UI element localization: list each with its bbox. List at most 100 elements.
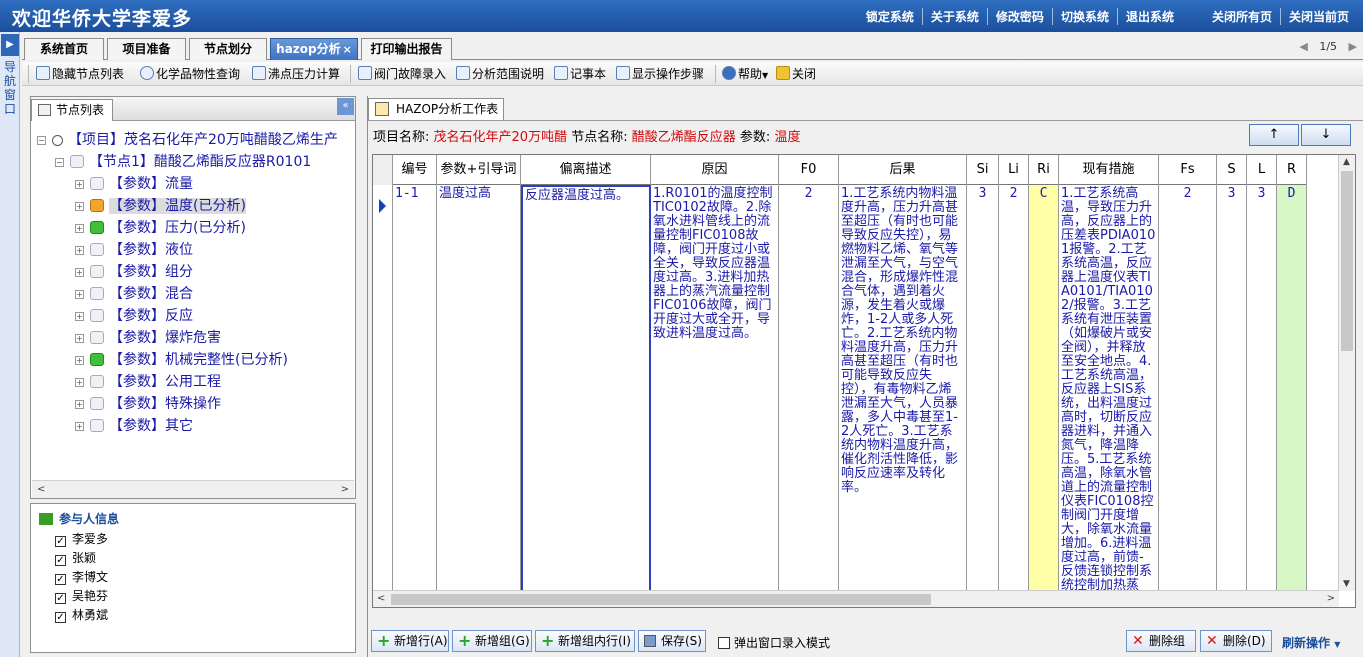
expand-toggle-icon[interactable]: + bbox=[75, 224, 84, 233]
scroll-left-icon[interactable]: < bbox=[37, 484, 45, 495]
tab-home[interactable]: 系统首页 bbox=[24, 38, 104, 60]
consequence-cell[interactable]: 1.工艺系统内物料温度升高，压力升高甚至超压（有时也可能导致反应失控），易燃物料… bbox=[839, 185, 967, 607]
scroll-right-icon[interactable]: > bbox=[1327, 593, 1335, 604]
scope-desc-button[interactable]: 分析范围说明 bbox=[456, 65, 544, 83]
column-header[interactable]: 编号 bbox=[393, 155, 437, 185]
tree-item-param[interactable]: + 【参数】温度(已分析) bbox=[75, 195, 246, 217]
about-system-link[interactable]: 关于系统 bbox=[923, 8, 988, 25]
l-cell[interactable]: 3 bbox=[1247, 185, 1277, 607]
guide-cell[interactable]: 温度过高 bbox=[437, 185, 521, 607]
add-row-button[interactable]: + 新增行(A) bbox=[371, 630, 449, 652]
tree-item-param[interactable]: + 【参数】其它 bbox=[75, 415, 193, 437]
close-button[interactable]: 关闭 bbox=[776, 65, 816, 83]
column-header[interactable]: L bbox=[1247, 155, 1277, 185]
participant-item[interactable]: ✓ 李爱多 bbox=[55, 530, 108, 547]
pager-prev-icon[interactable]: ◀ bbox=[1299, 40, 1307, 53]
expand-toggle-icon[interactable]: + bbox=[75, 312, 84, 321]
change-password-link[interactable]: 修改密码 bbox=[988, 8, 1053, 25]
tree-item-param[interactable]: + 【参数】机械完整性(已分析) bbox=[75, 349, 288, 371]
s-cell[interactable]: 3 bbox=[1217, 185, 1247, 607]
nav-window-label[interactable]: 导航窗口 bbox=[0, 60, 20, 116]
node-list-tab[interactable]: 节点列表 bbox=[31, 99, 113, 121]
participant-checkbox[interactable]: ✓ bbox=[55, 536, 66, 547]
tree-item-param[interactable]: + 【参数】流量 bbox=[75, 173, 193, 195]
column-header[interactable]: Li bbox=[999, 155, 1029, 185]
column-header[interactable]: S bbox=[1217, 155, 1247, 185]
expand-toggle-icon[interactable]: + bbox=[75, 246, 84, 255]
id-cell[interactable]: 1-1 bbox=[393, 185, 437, 607]
tab-hazop-analysis[interactable]: hazop分析 × bbox=[270, 38, 358, 60]
ri-cell[interactable]: C bbox=[1029, 185, 1059, 607]
collapse-panel-icon[interactable]: « bbox=[337, 98, 354, 115]
grid-horizontal-scrollbar[interactable]: < > bbox=[373, 590, 1339, 607]
close-current-page-link[interactable]: 关闭当前页 bbox=[1281, 8, 1357, 25]
tab-print-report[interactable]: 打印输出报告 bbox=[361, 38, 452, 60]
vertical-scroll-thumb[interactable] bbox=[1341, 171, 1353, 351]
show-steps-button[interactable]: 显示操作步骤 bbox=[616, 65, 704, 83]
expand-toggle-icon[interactable]: + bbox=[75, 202, 84, 211]
participant-item[interactable]: ✓ 林勇斌 bbox=[55, 606, 108, 623]
column-header[interactable]: R bbox=[1277, 155, 1307, 185]
grid-vertical-scrollbar[interactable]: ▲ ▼ bbox=[1338, 155, 1355, 591]
exit-system-link[interactable]: 退出系统 bbox=[1118, 8, 1182, 25]
expand-toggle-icon[interactable]: + bbox=[75, 422, 84, 431]
pager-next-icon[interactable]: ▶ bbox=[1349, 40, 1357, 53]
expand-toggle-icon[interactable]: + bbox=[75, 356, 84, 365]
column-header[interactable]: Si bbox=[967, 155, 999, 185]
participant-item[interactable]: ✓ 吴艳芬 bbox=[55, 587, 108, 604]
tree-item-param[interactable]: + 【参数】混合 bbox=[75, 283, 193, 305]
expand-toggle-icon[interactable]: + bbox=[75, 290, 84, 299]
move-up-button[interactable]: ↑ bbox=[1249, 124, 1299, 146]
valve-fault-button[interactable]: 阀门故障录入 bbox=[358, 65, 446, 83]
collapse-toggle-icon[interactable]: − bbox=[37, 136, 46, 145]
f0-cell[interactable]: 2 bbox=[779, 185, 839, 607]
tree-item-param[interactable]: + 【参数】特殊操作 bbox=[75, 393, 221, 415]
scroll-down-icon[interactable]: ▼ bbox=[1343, 579, 1350, 589]
refresh-operation-button[interactable]: 刷新操作 ▼ bbox=[1282, 634, 1340, 651]
column-header[interactable]: 现有措施 bbox=[1059, 155, 1159, 185]
column-header[interactable]: Fs bbox=[1159, 155, 1217, 185]
expand-toggle-icon[interactable]: + bbox=[75, 334, 84, 343]
participant-checkbox[interactable]: ✓ bbox=[55, 574, 66, 585]
notebook-button[interactable]: 记事本 bbox=[554, 65, 606, 83]
participant-checkbox[interactable]: ✓ bbox=[55, 555, 66, 566]
cause-cell[interactable]: 1.R0101的温度控制TIC0102故障。2.除氧水进料管线上的流量控制FIC… bbox=[651, 185, 779, 607]
hide-nodes-button[interactable]: 隐藏节点列表 bbox=[36, 65, 124, 83]
scroll-right-icon[interactable]: > bbox=[341, 484, 349, 495]
popup-mode-checkbox[interactable]: 弹出窗口录入模式 bbox=[718, 634, 830, 651]
expand-toggle-icon[interactable]: + bbox=[75, 378, 84, 387]
tree-item-param[interactable]: + 【参数】压力(已分析) bbox=[75, 217, 246, 239]
participant-item[interactable]: ✓ 李博文 bbox=[55, 568, 108, 585]
tree-item-param[interactable]: + 【参数】爆炸危害 bbox=[75, 327, 221, 349]
deviation-cell[interactable]: 反应器温度过高。 bbox=[521, 185, 651, 607]
participant-item[interactable]: ✓ 张颖 bbox=[55, 549, 96, 566]
li-cell[interactable]: 2 bbox=[999, 185, 1029, 607]
chem-query-button[interactable]: 化学品物性查询 bbox=[140, 65, 240, 83]
tree-item-param[interactable]: + 【参数】液位 bbox=[75, 239, 193, 261]
fs-cell[interactable]: 2 bbox=[1159, 185, 1217, 607]
popup-mode-box[interactable] bbox=[718, 637, 730, 649]
tree-item-node[interactable]: − 【节点1】醋酸乙烯酯反应器R0101 bbox=[55, 151, 311, 173]
expand-toggle-icon[interactable]: + bbox=[75, 268, 84, 277]
tree-item-project[interactable]: − 【项目】茂名石化年产20万吨醋酸乙烯生产 bbox=[37, 129, 338, 151]
row-selector-header[interactable] bbox=[373, 155, 393, 185]
tab-node-division[interactable]: 节点划分 bbox=[189, 38, 267, 60]
horizontal-scroll-thumb[interactable] bbox=[391, 594, 931, 605]
participant-checkbox[interactable]: ✓ bbox=[55, 593, 66, 604]
add-group-button[interactable]: + 新增组(G) bbox=[452, 630, 532, 652]
scroll-up-icon[interactable]: ▲ bbox=[1343, 157, 1350, 167]
tree-item-param[interactable]: + 【参数】组分 bbox=[75, 261, 193, 283]
scroll-left-icon[interactable]: < bbox=[377, 593, 385, 604]
boil-calc-button[interactable]: 沸点压力计算 bbox=[252, 65, 340, 83]
close-all-pages-link[interactable]: 关闭所有页 bbox=[1204, 8, 1281, 25]
delete-button[interactable]: ✕ 删除(D) bbox=[1200, 630, 1272, 652]
column-header[interactable]: Ri bbox=[1029, 155, 1059, 185]
tab-close-icon[interactable]: × bbox=[343, 43, 352, 56]
si-cell[interactable]: 3 bbox=[967, 185, 999, 607]
tab-project-prep[interactable]: 项目准备 bbox=[107, 38, 186, 60]
measures-cell[interactable]: 1.工艺系统高温，导致压力升高，反应器上的压差表PDIA0101报警。2.工艺系… bbox=[1059, 185, 1159, 607]
delete-group-button[interactable]: ✕ 删除组 bbox=[1126, 630, 1196, 652]
nav-expand-icon[interactable]: ▶ bbox=[1, 34, 19, 56]
expand-toggle-icon[interactable]: + bbox=[75, 180, 84, 189]
column-header[interactable]: 后果 bbox=[839, 155, 967, 185]
